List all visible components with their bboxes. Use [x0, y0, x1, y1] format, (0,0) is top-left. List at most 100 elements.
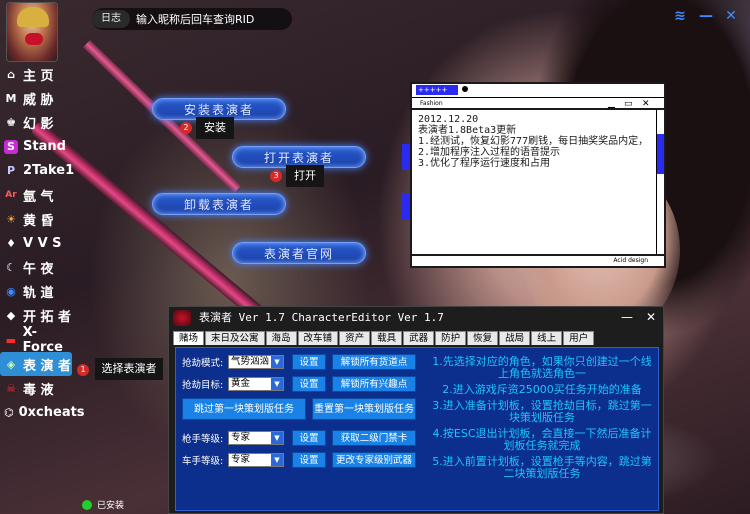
- tab-protection[interactable]: 防护: [435, 331, 467, 345]
- tab-online[interactable]: 线上: [531, 331, 563, 345]
- log-button[interactable]: 日志: [92, 10, 130, 28]
- set-heist-mode-button[interactable]: 设置: [292, 354, 326, 370]
- sidebar-item-phantom[interactable]: ♚ 幻 影: [0, 110, 76, 134]
- tab-user[interactable]: 用户: [563, 331, 595, 345]
- instruction-step: 1.先选择对应的角色，如果你只创建过一个线上角色就选角色一: [432, 355, 652, 380]
- sidebar-item-performer[interactable]: ◈ 表 演 者: [0, 352, 72, 377]
- sidebar-item-0xcheats[interactable]: ⌬ 0xcheats: [0, 401, 85, 425]
- threat-icon: M: [5, 91, 17, 105]
- instructions-text: 1.先选择对应的角色，如果你只创建过一个线上角色就选角色一 2.进入游戏斥资25…: [430, 352, 654, 508]
- instruction-step: 3.进入准备计划板，设置抢劫目标，跳过第一块策划版任务: [432, 399, 652, 424]
- minimize-icon[interactable]: ▁: [608, 98, 615, 110]
- tooltip-open: 打开: [286, 165, 324, 187]
- update-news-window: +++++ Fashion ▁ ▭ ✕ 2012.12.20 表演者1.8Bet…: [402, 82, 666, 268]
- driver-level-row: 车手等级: 专家 ▼ 设置 更改专家级别武器: [182, 452, 416, 468]
- venom-icon: ☠: [6, 382, 16, 396]
- close-icon[interactable]: ✕: [643, 309, 659, 325]
- step-badge: 3: [270, 170, 282, 182]
- heist-mode-select[interactable]: 气势汹汹 ▼: [228, 355, 284, 369]
- sidebar-item-vvs[interactable]: ♦ V V S: [0, 231, 76, 255]
- oxcheats-icon: ⌬: [4, 406, 14, 420]
- set-heist-target-button[interactable]: 设置: [292, 376, 326, 392]
- tab-recovery[interactable]: 恢复: [467, 331, 499, 345]
- tab-vehicles[interactable]: 载具: [371, 331, 403, 345]
- sidebar-item-label: X-Force: [22, 325, 63, 356]
- top-bar: 日志 ≋ — ✕: [0, 0, 750, 62]
- news-scrollbar[interactable]: [656, 110, 664, 256]
- sidebar-item-label: 0xcheats: [18, 405, 85, 421]
- chevron-down-icon: ▼: [271, 454, 283, 466]
- chevron-down-icon: ▼: [271, 432, 283, 444]
- tab-island[interactable]: 海岛: [265, 331, 297, 345]
- minimize-icon[interactable]: —: [619, 309, 635, 325]
- character-editor-window: 表演者 Ver 1.7 CharacterEditor Ver 1.7 — ✕ …: [168, 306, 664, 514]
- maximize-icon[interactable]: ▭: [624, 98, 633, 110]
- sidebar-item-threat[interactable]: M 威 胁: [0, 86, 76, 110]
- news-line: 2.增加程序注入过程的语音提示: [418, 147, 561, 158]
- rid-search-input[interactable]: [136, 8, 286, 30]
- sidebar-item-midnight[interactable]: ☾ 午 夜: [0, 256, 76, 280]
- diamond-icon: ♦: [6, 236, 16, 250]
- sidebar-item-stand[interactable]: S Stand: [0, 135, 76, 159]
- tab-session[interactable]: 战局: [499, 331, 531, 345]
- close-icon[interactable]: ✕: [642, 98, 650, 110]
- sidebar: ⌂ 主 页 M 威 胁 ♚ 幻 影 S Stand P 2Take1 Ar 氩 …: [0, 62, 85, 425]
- set-driver-level-button[interactable]: 设置: [292, 452, 326, 468]
- news-line: 1.经测试，恢复幻影777刷钱，每日抽奖奖品内定，: [418, 136, 649, 147]
- tab-casino[interactable]: 赌场: [173, 331, 205, 345]
- unlock-all-items-button[interactable]: 解锁所有货道点: [332, 354, 416, 370]
- avatar[interactable]: [6, 2, 58, 62]
- skip-first-board-button[interactable]: 跳过第一块策划版任务: [182, 398, 306, 420]
- chevron-down-icon: ▼: [271, 356, 283, 368]
- performer-website-button[interactable]: 表演者官网: [232, 242, 366, 264]
- heist-target-row: 抢劫目标: 黄金 ▼ 设置 解锁所有兴趣点: [182, 376, 416, 392]
- sidebar-item-label: V V S: [23, 235, 62, 251]
- news-titlebar: +++++: [412, 84, 664, 98]
- tab-weapons[interactable]: 武器: [403, 331, 435, 345]
- tooltip-install: 安装: [196, 117, 234, 139]
- sidebar-item-venom[interactable]: ☠ 毒 液: [0, 376, 76, 400]
- minimize-icon[interactable]: —: [697, 8, 715, 24]
- change-expert-weapon-button[interactable]: 更改专家级别武器: [332, 452, 416, 468]
- set-gunman-level-button[interactable]: 设置: [292, 430, 326, 446]
- gunman-level-label: 枪手等级:: [182, 434, 224, 445]
- stand-icon: S: [4, 139, 18, 154]
- sidebar-item-label: 黄 昏: [23, 213, 54, 229]
- phantom-icon: ♚: [6, 115, 16, 129]
- reset-first-board-button[interactable]: 重置第一块策划版任务: [312, 398, 416, 420]
- sidebar-item-argon[interactable]: Ar 氩 气: [0, 183, 76, 207]
- driver-level-select[interactable]: 专家 ▼: [228, 453, 284, 467]
- sidebar-item-label: 午 夜: [23, 262, 54, 278]
- news-badge: +++++: [416, 85, 458, 95]
- chevron-down-icon: ▼: [271, 378, 283, 390]
- sidebar-item-xforce[interactable]: ▬ X-Force: [0, 325, 76, 356]
- editor-title: 表演者 Ver 1.7 CharacterEditor Ver 1.7: [199, 311, 444, 324]
- unlock-all-interest-button[interactable]: 解锁所有兴趣点: [332, 376, 416, 392]
- news-footer: Acid design: [412, 254, 664, 266]
- heist-mode-label: 抢劫模式:: [182, 358, 224, 369]
- get-keycard-button[interactable]: 获取二级门禁卡: [332, 430, 416, 446]
- instruction-step: 5.进入前置计划板，设置枪手等内容，跳过第二块策划版任务: [432, 455, 652, 480]
- sidebar-item-2take1[interactable]: P 2Take1: [0, 159, 76, 183]
- sidebar-item-dusk[interactable]: ☀ 黄 昏: [0, 207, 76, 231]
- close-icon[interactable]: ✕: [722, 8, 740, 24]
- tab-assets[interactable]: 资产: [339, 331, 371, 345]
- xforce-icon: ▬: [5, 333, 17, 347]
- sidebar-item-label: 氩 气: [23, 189, 54, 205]
- heist-target-select[interactable]: 黄金 ▼: [228, 377, 284, 391]
- midnight-icon: ☾: [6, 261, 16, 275]
- 2take1-icon: P: [6, 164, 16, 178]
- gunman-level-select[interactable]: 专家 ▼: [228, 431, 284, 445]
- uninstall-performer-button[interactable]: 卸载表演者: [152, 193, 286, 215]
- casino-panel: 抢劫模式: 气势汹汹 ▼ 设置 解锁所有货道点 抢劫目标: 黄金 ▼ 设置 解锁…: [175, 347, 659, 511]
- sidebar-item-orbit[interactable]: ◉ 轨 道: [0, 280, 76, 304]
- status-dot-icon: [82, 499, 92, 510]
- collapse-icon[interactable]: ≋: [671, 8, 689, 24]
- instruction-step: 2.进入游戏斥资25000买任务开始的准备: [442, 383, 642, 396]
- install-status: 已安装: [82, 498, 124, 511]
- tab-car-shop[interactable]: 改车铺: [297, 331, 339, 345]
- tooltip-select-performer: 选择表演者: [95, 358, 163, 380]
- status-text: 已安装: [97, 501, 125, 511]
- tab-doomsday[interactable]: 末日及公寓: [205, 331, 265, 345]
- sidebar-item-home[interactable]: ⌂ 主 页: [0, 62, 76, 86]
